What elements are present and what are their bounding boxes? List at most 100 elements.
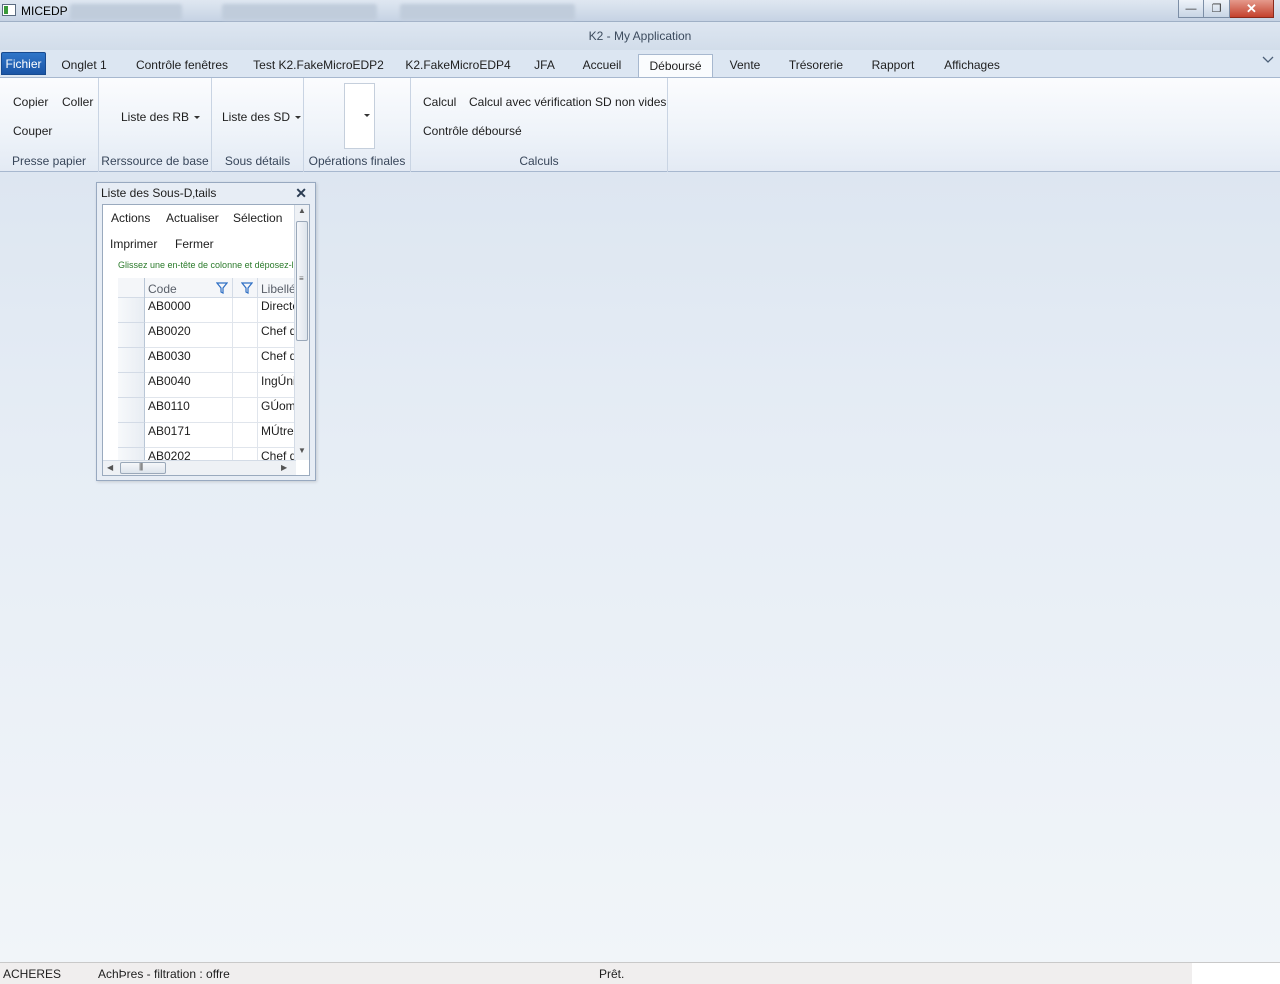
vertical-scrollbar[interactable]: ▲ ≡ ▼ — [294, 205, 309, 460]
close-icon: ✕ — [1246, 0, 1257, 16]
chevron-down-icon — [364, 114, 370, 117]
cell-code: AB0020 — [145, 323, 233, 348]
menu-actualiser[interactable]: Actualiser — [166, 211, 219, 225]
row-selector[interactable] — [118, 348, 145, 373]
cell-code: AB0040 — [145, 373, 233, 398]
tab-k2-fakemicroedp4[interactable]: K2.FakeMicroEDP4 — [399, 54, 517, 77]
group-label: Sous détails — [224, 154, 291, 168]
cell-code: AB0000 — [145, 298, 233, 323]
cell-code: AB0030 — [145, 348, 233, 373]
cell-libelle: Chef d'équipe — [258, 348, 294, 373]
group-label: Rerssource de base — [101, 154, 209, 168]
table-row[interactable]: AB0171 MÚtreur — [118, 423, 294, 448]
operations-dropdown[interactable] — [344, 83, 375, 149]
menu-actualiser-label: Actualiser — [166, 211, 219, 225]
close-button[interactable]: ✕ — [1230, 0, 1274, 18]
group-calculs: Calcul Calcul avec vérification SD non v… — [411, 78, 668, 172]
filter-icon[interactable] — [241, 282, 253, 294]
menu-selection-label: Sélection — [233, 211, 283, 225]
os-title-bar: MICEDP — ❐ ✕ — [0, 0, 1280, 22]
liste-des-sd-dropdown[interactable]: Liste des SD — [222, 110, 302, 124]
menu-actions-label: Actions — [111, 211, 151, 225]
tab-test-k2-fakemicroedp2[interactable]: Test K2.FakeMicroEDP2 — [247, 54, 390, 77]
tab-fichier[interactable]: Fichier — [1, 52, 46, 75]
table-row[interactable]: AB0110 GÚomètre — [118, 398, 294, 423]
row-selector[interactable] — [118, 373, 145, 398]
calcul-button[interactable]: Calcul — [423, 95, 456, 109]
group-ressource-de-base: Liste des RB Rerssource de base — [99, 78, 212, 172]
tab-controle-fenetres[interactable]: Contrôle fenêtres — [126, 54, 238, 77]
column-header-empty[interactable] — [233, 278, 258, 298]
group-operations-finales: Opérations finales — [304, 78, 411, 172]
table-row[interactable]: AB0040 IngÚnieur — [118, 373, 294, 398]
paste-button[interactable]: Coller — [62, 95, 93, 109]
row-header-corner — [118, 278, 145, 298]
blurred-tab — [400, 4, 575, 20]
cell-libelle: IngÚnieur — [258, 373, 294, 398]
liste-des-rb-label: Liste des RB — [121, 110, 190, 124]
row-selector[interactable] — [118, 398, 145, 423]
calcul-verification-button[interactable]: Calcul avec vérification SD non vides — [469, 95, 666, 109]
tab-vente[interactable]: Vente — [721, 54, 769, 77]
column-header-libelle[interactable]: Libellé — [258, 278, 294, 298]
tab-affichages[interactable]: Affichages — [934, 54, 1010, 77]
sous-details-panel[interactable]: Liste des Sous-D‚tails ✕ Actions Actuali… — [96, 182, 316, 481]
ribbon-tabs: Fichier Onglet 1 Contrôle fenêtres Test … — [0, 50, 1280, 78]
app-header: K2 - My Application — [0, 22, 1280, 50]
status-empty-area — [1192, 963, 1280, 984]
tab-onglet-1[interactable]: Onglet 1 — [53, 54, 115, 77]
chevron-down-icon — [194, 116, 201, 120]
row-selector[interactable] — [118, 323, 145, 348]
ribbon-collapse-icon[interactable] — [1262, 56, 1274, 66]
minimize-button[interactable]: — — [1178, 0, 1204, 18]
vertical-scroll-thumb[interactable]: ≡ — [296, 221, 308, 341]
app-icon — [2, 4, 16, 16]
horizontal-scrollbar[interactable]: ◀ ||| ▶ — [103, 460, 296, 475]
scroll-right-icon[interactable]: ▶ — [281, 463, 287, 472]
table-row[interactable]: AB0000 Directeur — [118, 298, 294, 323]
cut-button[interactable]: Couper — [13, 124, 52, 138]
restore-button[interactable]: ❐ — [1204, 0, 1230, 18]
cell-empty — [233, 348, 258, 373]
menu-fermer[interactable]: Fermer — [175, 237, 214, 251]
cell-libelle: MÚtreur — [258, 423, 294, 448]
table-row[interactable]: AB0020 Chef de chantier — [118, 323, 294, 348]
scroll-up-icon[interactable]: ▲ — [298, 206, 306, 215]
tab-debourse[interactable]: Déboursé — [638, 54, 713, 78]
liste-des-rb-dropdown[interactable]: Liste des RB — [121, 110, 201, 124]
scroll-down-icon[interactable]: ▼ — [298, 446, 306, 455]
copy-button[interactable]: Copier — [13, 95, 48, 109]
group-panel-hint[interactable]: Glissez une en-tête de colonne et dépose… — [118, 260, 294, 274]
tab-rapport[interactable]: Rapport — [862, 54, 924, 77]
menu-selection[interactable]: Sélection — [233, 211, 282, 225]
group-label: Opérations finales — [308, 154, 406, 168]
controle-debourse-button[interactable]: Contrôle déboursé — [423, 124, 522, 138]
cell-empty — [233, 323, 258, 348]
cell-empty — [233, 298, 258, 323]
row-selector[interactable] — [118, 423, 145, 448]
panel-menu-row-2: Imprimer Fermer — [103, 231, 296, 255]
panel-close-button[interactable]: ✕ — [295, 185, 307, 202]
minimize-icon: — — [1185, 2, 1197, 15]
table-row[interactable]: AB0030 Chef d'équipe — [118, 348, 294, 373]
group-sous-details: Liste des SD Sous détails — [212, 78, 304, 172]
close-icon: ✕ — [295, 185, 307, 201]
tab-accueil[interactable]: Accueil — [573, 54, 631, 77]
filter-icon[interactable] — [216, 282, 228, 294]
tab-tresorerie[interactable]: Trésorerie — [780, 54, 852, 77]
panel-title: Liste des Sous-D‚tails — [101, 186, 217, 200]
cell-code: AB0110 — [145, 398, 233, 423]
app-title: K2 - My Application — [588, 29, 692, 43]
grip-icon: ≡ — [299, 274, 304, 283]
menu-actions[interactable]: Actions — [111, 211, 150, 225]
column-header-code[interactable]: Code — [145, 278, 233, 298]
ribbon: Copier Coller Couper Presse papier Liste… — [0, 77, 1280, 172]
status-state: Prêt. — [599, 967, 625, 981]
horizontal-scroll-thumb[interactable]: ||| — [120, 462, 166, 474]
scroll-left-icon[interactable]: ◀ — [107, 463, 113, 472]
row-selector[interactable] — [118, 298, 145, 323]
status-site: ACHERES — [3, 967, 62, 981]
menu-imprimer[interactable]: Imprimer — [110, 237, 157, 251]
tab-jfa[interactable]: JFA — [527, 54, 562, 77]
status-filter: AchÞres - filtration : offre — [98, 967, 230, 981]
